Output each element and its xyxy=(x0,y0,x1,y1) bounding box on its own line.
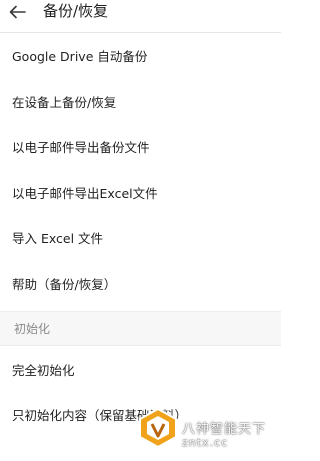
menu-item-email-export-excel[interactable]: 以电子邮件导出Excel文件 xyxy=(0,169,281,215)
menu-item-device-backup-restore[interactable]: 在设备上备份/恢复 xyxy=(0,78,281,124)
back-button[interactable] xyxy=(2,0,32,24)
menu-item-reset-content-only[interactable]: 只初始化内容（保留基础资料） xyxy=(0,392,281,437)
backup-menu-list: Google Drive 自动备份 在设备上备份/恢复 以电子邮件导出备份文件 … xyxy=(0,33,281,306)
section-header-initialize: 初始化 xyxy=(0,311,281,346)
menu-item-full-reset[interactable]: 完全初始化 xyxy=(0,347,281,392)
menu-item-help-backup-restore[interactable]: 帮助（备份/恢复） xyxy=(0,260,281,306)
menu-item-email-export-backup[interactable]: 以电子邮件导出备份文件 xyxy=(0,124,281,170)
menu-item-google-drive-auto-backup[interactable]: Google Drive 自动备份 xyxy=(0,33,281,79)
app-bar: 备份/恢复 xyxy=(0,0,281,33)
watermark-site-text: zntx.cc xyxy=(182,436,229,449)
page-title: 备份/恢复 xyxy=(43,2,109,20)
menu-item-import-excel[interactable]: 导入 Excel 文件 xyxy=(0,215,281,261)
arrow-left-icon xyxy=(9,5,26,19)
reset-menu-list: 完全初始化 只初始化内容（保留基础资料） xyxy=(0,347,281,437)
